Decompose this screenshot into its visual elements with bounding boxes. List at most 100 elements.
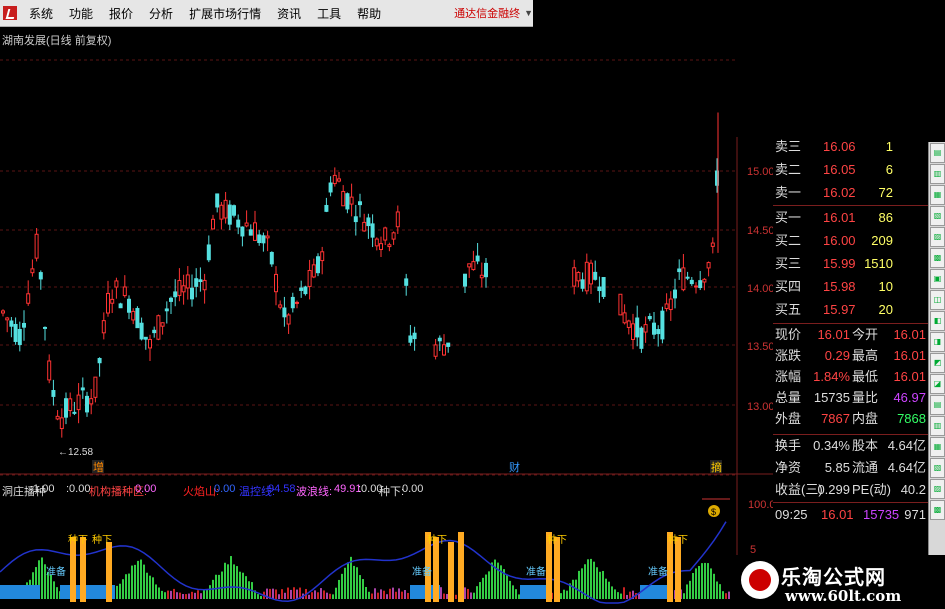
candle-body [9, 320, 14, 327]
toolbar-button-icon[interactable]: ▧ [930, 458, 945, 478]
histogram-bar [443, 593, 445, 599]
menu-analysis[interactable]: 分析 [141, 5, 181, 22]
candle-body [408, 335, 413, 343]
candle-body [232, 205, 236, 216]
histogram-bar [209, 585, 211, 599]
candle-body [303, 286, 308, 295]
quote-row: 卖一 16.02 72 [773, 183, 928, 203]
histogram-bar [329, 593, 331, 599]
zone-label: 准备 [526, 565, 546, 578]
menu-extended-market[interactable]: 扩展市场行情 [181, 5, 269, 22]
toolbar-button-icon[interactable]: ▤ [930, 395, 945, 415]
histogram-bar [581, 568, 583, 599]
toolbar-button-icon[interactable]: ◫ [930, 290, 945, 310]
histogram-bar [161, 590, 163, 599]
histogram-bar [347, 562, 349, 599]
side-toolbar: ▤ ▥ ▦ ▧ ▨ ▩ ▣ ◫ ◧ ◨ ◩ ◪ ▤ ▥ ▦ ▧ ▨ ▩ [928, 142, 945, 555]
order-volume: 209 [871, 233, 893, 248]
candle-body [22, 322, 26, 328]
toolbar-button-icon[interactable]: ▧ [930, 206, 945, 226]
histogram-bar [260, 595, 262, 599]
chevron-down-icon[interactable]: ▼ [524, 8, 533, 18]
tick-volume: 15735 [863, 507, 900, 522]
candle-body [358, 201, 362, 206]
candle-body [198, 279, 203, 283]
histogram-bar [176, 592, 178, 599]
divider [773, 323, 928, 324]
menu-info[interactable]: 资讯 [269, 5, 309, 22]
candle-body [295, 301, 299, 304]
candle-body [1, 310, 5, 314]
kline-chart[interactable]: 15.00 14.50 14.00 13.50 13.00 ←12.58 增 财… [0, 27, 773, 609]
stat-label: 今开 [852, 327, 879, 342]
candle-body [131, 310, 136, 321]
candle-body [631, 323, 635, 340]
histogram-bar [473, 592, 475, 599]
toolbar-button-icon[interactable]: ◪ [930, 374, 945, 394]
toolbar-button-icon[interactable]: ▤ [930, 143, 945, 163]
menu-tools[interactable]: 工具 [309, 5, 349, 22]
candle-body [206, 244, 211, 261]
candle-body [320, 251, 325, 262]
toolbar-button-icon[interactable]: ▩ [930, 248, 945, 268]
candle-body [215, 193, 220, 208]
toolbar-button-icon[interactable]: ▦ [930, 185, 945, 205]
order-label: 卖三 [775, 139, 802, 154]
histogram-bar [494, 559, 496, 599]
stat-label: 最高 [852, 348, 879, 363]
histogram-bar [290, 589, 292, 599]
watermark-logo-icon [741, 561, 779, 599]
toolbar-button-icon[interactable]: ▥ [930, 164, 945, 184]
quote-row: 买三 15.99 1510 [773, 254, 928, 274]
stat-label: 收益(三) [775, 482, 823, 497]
histogram-bar [392, 587, 394, 599]
candle-body [101, 320, 106, 334]
histogram-bar [359, 575, 361, 599]
histogram-bar [599, 571, 601, 599]
histogram-bar [317, 592, 319, 599]
stat-value: 46.97 [893, 390, 926, 405]
order-label: 买二 [775, 233, 802, 248]
candle-body [681, 267, 686, 291]
histogram-bar [152, 577, 154, 599]
candle-body [311, 264, 316, 278]
candle-body [647, 316, 652, 320]
histogram-bar [383, 590, 385, 599]
toolbar-button-icon[interactable]: ▩ [930, 500, 945, 520]
app-logo-icon [3, 6, 17, 20]
toolbar-button-icon[interactable]: ▣ [930, 269, 945, 289]
zone-label: 准备 [46, 565, 66, 578]
order-price: 15.98 [823, 279, 856, 294]
stat-label: 股本 [852, 438, 879, 453]
toolbar-button-icon[interactable]: ▨ [930, 479, 945, 499]
toolbar-button-icon[interactable]: ◨ [930, 332, 945, 352]
stat-value: 16.01 [893, 327, 926, 342]
histogram-bar [224, 562, 226, 599]
histogram-bar [218, 574, 220, 599]
menu-bar: 系统 功能 报价 分析 扩展市场行情 资讯 工具 帮助 通达信金融终 ▼ [0, 0, 533, 27]
histogram-bar [638, 593, 640, 599]
indicator-value: :0.00 [66, 483, 91, 495]
menu-quote[interactable]: 报价 [101, 5, 141, 22]
menu-help[interactable]: 帮助 [349, 5, 389, 22]
toolbar-button-icon[interactable]: ▦ [930, 437, 945, 457]
histogram-bar [590, 558, 592, 599]
seed-label: 种下 [427, 533, 447, 546]
histogram-bar [293, 587, 295, 599]
menu-function[interactable]: 功能 [61, 5, 101, 22]
candle-body [253, 222, 257, 241]
seed-labels: 种下 种下 种下 种下 种下 [68, 533, 688, 546]
toolbar-button-icon[interactable]: ◩ [930, 353, 945, 373]
candle-body [89, 398, 94, 405]
order-volume: 20 [878, 302, 893, 317]
menu-system[interactable]: 系统 [21, 5, 61, 22]
candle-body [139, 322, 144, 340]
toolbar-button-icon[interactable]: ▨ [930, 227, 945, 247]
candle-body [395, 211, 400, 228]
seed-marker-icon: $ [702, 498, 730, 517]
stat-value: 5.85 [824, 460, 850, 475]
toolbar-button-icon[interactable]: ◧ [930, 311, 945, 331]
order-label: 买三 [775, 256, 802, 271]
candle-body [148, 339, 152, 349]
toolbar-button-icon[interactable]: ▥ [930, 416, 945, 436]
